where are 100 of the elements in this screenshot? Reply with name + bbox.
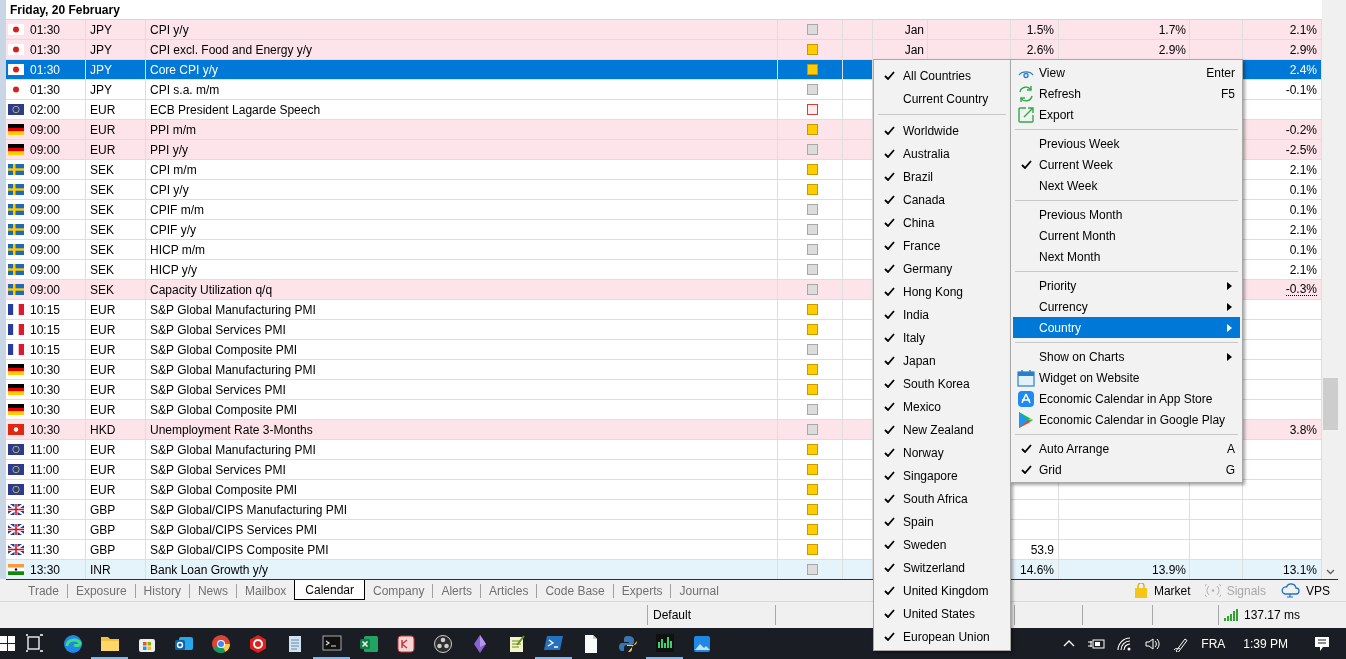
table-cell[interactable]: 13:30 — [6, 560, 86, 579]
tab[interactable]: Alerts — [432, 584, 481, 598]
spreadsheet-icon[interactable] — [358, 633, 379, 654]
menu-item[interactable]: Sweden — [876, 533, 1008, 556]
tab[interactable]: Company — [365, 584, 433, 598]
toolbar-link[interactable]: Market — [1133, 583, 1191, 598]
table-cell[interactable]: 09:00 — [6, 160, 86, 179]
table-cell[interactable]: 11:00 — [6, 440, 86, 459]
menu-item[interactable]: South Africa — [876, 487, 1008, 510]
menu-item[interactable]: Widget on Website — [1013, 367, 1240, 388]
table-cell[interactable]: 09:00 — [6, 120, 86, 139]
table-cell[interactable]: 10:15 — [6, 340, 86, 359]
menu-item[interactable]: France — [876, 234, 1008, 257]
table-cell[interactable]: 10:30 — [6, 400, 86, 419]
menu-item[interactable]: Country — [1013, 317, 1240, 338]
tab[interactable]: Articles — [480, 584, 537, 598]
tab[interactable]: Exposure — [66, 584, 135, 598]
snake-icon[interactable] — [617, 633, 638, 654]
table-cell[interactable]: 09:00 — [6, 140, 86, 159]
table-cell[interactable]: 10:30 — [6, 380, 86, 399]
table-cell[interactable]: 09:00 — [6, 180, 86, 199]
chevron-up-icon[interactable] — [1063, 640, 1076, 647]
photos-icon[interactable] — [691, 633, 712, 654]
table-cell[interactable]: 10:30 — [6, 360, 86, 379]
table-cell[interactable]: 01:30 — [6, 60, 86, 79]
scrollbar-thumb[interactable] — [1322, 378, 1338, 430]
table-cell[interactable]: 10:30 — [6, 420, 86, 439]
caret-down-icon[interactable] — [1325, 569, 1335, 575]
toolbar-link[interactable]: VPS — [1280, 583, 1330, 598]
menu-item[interactable]: Norway — [876, 441, 1008, 464]
tab[interactable]: Journal — [670, 584, 727, 598]
hexagon-icon[interactable] — [247, 633, 268, 654]
tab[interactable]: Code Base — [536, 584, 613, 598]
menu-item[interactable]: Economic Calendar in App Store — [1013, 388, 1240, 409]
menu-item[interactable]: Mexico — [876, 395, 1008, 418]
menu-item[interactable]: Singapore — [876, 464, 1008, 487]
tab[interactable]: History — [134, 584, 189, 598]
tab[interactable]: News — [188, 584, 236, 598]
menu-item[interactable]: Canada — [876, 188, 1008, 211]
table-cell[interactable]: 11:00 — [6, 460, 86, 479]
windows-logo-icon[interactable] — [0, 635, 16, 652]
menu-item[interactable]: Current Country — [876, 87, 1008, 110]
menu-item[interactable]: Export — [1013, 104, 1240, 125]
menu-item[interactable]: Previous Week — [1013, 133, 1240, 154]
menu-item[interactable]: Australia — [876, 142, 1008, 165]
menu-item[interactable]: Next Week — [1013, 175, 1240, 196]
notification-icon[interactable] — [1314, 635, 1330, 652]
menu-item[interactable]: South Korea — [876, 372, 1008, 395]
wheel-icon[interactable] — [210, 633, 231, 654]
table-cell[interactable]: 02:00 — [6, 100, 86, 119]
terminal-icon[interactable] — [321, 632, 342, 653]
chart-app-icon[interactable] — [654, 632, 675, 653]
table-cell[interactable]: 11:30 — [6, 500, 86, 519]
menu-item[interactable]: Priority — [1013, 275, 1240, 296]
menu-item[interactable]: Current Month — [1013, 225, 1240, 246]
language-indicator[interactable]: FRA — [1201, 636, 1226, 651]
menu-item[interactable]: Auto Arrange A — [1013, 438, 1240, 459]
tab[interactable]: Experts — [612, 584, 671, 598]
tab[interactable]: Trade — [20, 584, 67, 598]
app-tile-icon[interactable] — [395, 633, 416, 654]
table-cell[interactable]: 10:15 — [6, 300, 86, 319]
menu-item[interactable]: Economic Calendar in Google Play — [1013, 409, 1240, 430]
menu-item[interactable]: New Zealand — [876, 418, 1008, 441]
menu-item[interactable]: China — [876, 211, 1008, 234]
table-cell[interactable]: 11:30 — [6, 520, 86, 539]
table-cell[interactable]: 11:30 — [6, 540, 86, 559]
menu-item[interactable]: Next Month — [1013, 246, 1240, 267]
menu-item[interactable]: Show on Charts — [1013, 346, 1240, 367]
table-cell[interactable]: 09:00 — [6, 240, 86, 259]
clock-text[interactable]: 1:39 PM — [1243, 636, 1288, 651]
table-cell[interactable]: 01:30 — [6, 40, 86, 59]
table-cell[interactable]: 11:00 — [6, 480, 86, 499]
menu-item[interactable]: Germany — [876, 257, 1008, 280]
table-cell[interactable]: 01:30 — [6, 20, 86, 39]
aperture-icon[interactable] — [432, 633, 453, 654]
speaker-icon[interactable] — [1145, 636, 1162, 651]
menu-item[interactable]: Previous Month — [1013, 204, 1240, 225]
menu-item[interactable]: All Countries — [876, 64, 1008, 87]
menu-item[interactable]: Hong Kong — [876, 280, 1008, 303]
tab[interactable]: Calendar — [294, 580, 366, 600]
menu-item[interactable]: Brazil — [876, 165, 1008, 188]
menu-item[interactable]: Current Week — [1013, 154, 1240, 175]
menu-item[interactable]: View Enter — [1013, 62, 1240, 83]
menu-item[interactable]: Grid G — [1013, 459, 1240, 480]
menu-item[interactable]: India — [876, 303, 1008, 326]
menu-item[interactable]: Spain — [876, 510, 1008, 533]
menu-item[interactable]: Italy — [876, 326, 1008, 349]
swirl-icon[interactable] — [62, 633, 83, 654]
menu-item[interactable]: United States — [876, 602, 1008, 625]
menu-item[interactable]: European Union — [876, 625, 1008, 648]
menu-item[interactable]: Japan — [876, 349, 1008, 372]
table-cell[interactable]: 10:15 — [6, 320, 86, 339]
menu-item[interactable]: Switzerland — [876, 556, 1008, 579]
menu-item[interactable]: Refresh F5 — [1013, 83, 1240, 104]
menu-item[interactable]: Currency — [1013, 296, 1240, 317]
table-cell[interactable]: 09:00 — [6, 280, 86, 299]
task-view-icon[interactable] — [25, 633, 45, 654]
table-cell[interactable]: 09:00 — [6, 220, 86, 239]
menu-item[interactable]: United Kingdom — [876, 579, 1008, 602]
table-cell[interactable]: 09:00 — [6, 200, 86, 219]
